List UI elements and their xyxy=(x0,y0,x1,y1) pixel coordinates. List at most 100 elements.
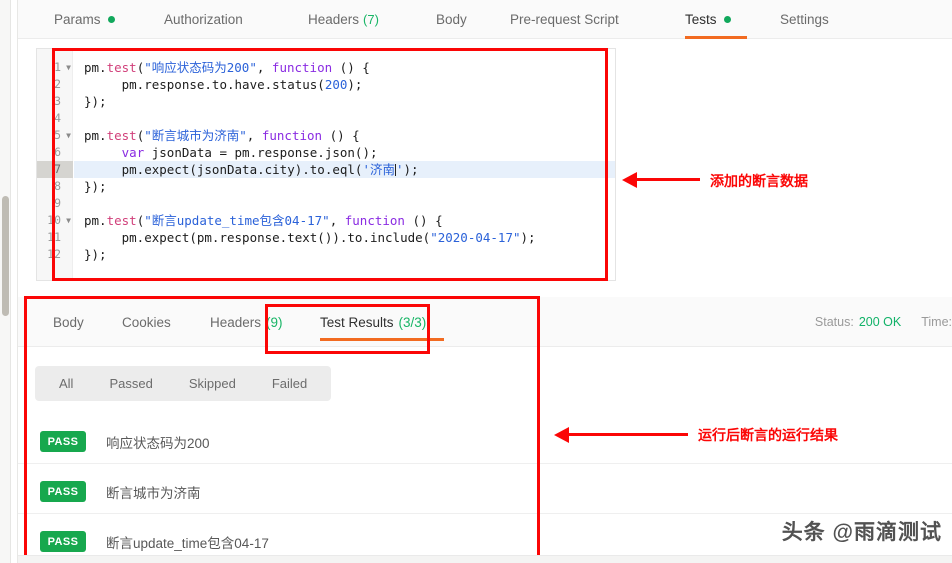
editor-code-line[interactable]: }); xyxy=(74,246,615,263)
line-number-value: 6 xyxy=(54,145,61,159)
line-number-value: 12 xyxy=(47,247,61,261)
code-fold-arrow-icon[interactable]: ▼ xyxy=(66,212,71,229)
editor-line-number: 5 ▼ xyxy=(37,127,73,144)
editor-code-line[interactable]: var jsonData = pm.response.json(); xyxy=(74,144,615,161)
test-result-name: 断言update_time包含04-17 xyxy=(106,535,269,551)
code-token: ); xyxy=(403,162,419,177)
tab-label: Headers xyxy=(210,314,262,330)
editor-line-number: 10 ▼ xyxy=(37,212,73,229)
request-tab-settings[interactable]: Settings xyxy=(780,0,840,39)
editor-code-line[interactable]: }); xyxy=(74,178,615,195)
code-fold-arrow-icon[interactable]: ▼ xyxy=(66,59,71,76)
code-token: function xyxy=(344,213,405,228)
filter-failed[interactable]: Failed xyxy=(254,376,325,391)
unsaved-dot-icon xyxy=(107,16,115,23)
editor-code-area[interactable]: pm.test("响应状态码为200", function () { pm.re… xyxy=(74,49,615,280)
status-label: Status: xyxy=(814,315,854,329)
editor-code-line[interactable]: pm.test("响应状态码为200", function () { xyxy=(74,59,615,76)
time-label: Time: xyxy=(921,315,952,329)
window-scrollbar-thumb[interactable] xyxy=(2,196,9,316)
editor-line-number: 4 xyxy=(37,110,73,127)
line-number-value: 11 xyxy=(47,230,61,244)
test-result-name: 断言城市为济南 xyxy=(106,485,201,501)
request-tab-authorization[interactable]: Authorization xyxy=(164,0,269,39)
annotation-line-code xyxy=(636,178,700,181)
editor-code-line[interactable]: pm.test("断言城市为济南", function () { xyxy=(74,127,615,144)
code-token: pm.expect(pm.response.text()).to.include… xyxy=(84,230,431,245)
code-token: "响应状态码为200" xyxy=(144,60,257,75)
request-tab-headers[interactable]: Headers (7) xyxy=(308,0,390,39)
tab-label: Body xyxy=(53,314,84,330)
window-scrollbar-track[interactable] xyxy=(0,0,11,563)
filter-skipped[interactable]: Skipped xyxy=(171,376,254,391)
response-tab-cookies[interactable]: Cookies xyxy=(122,297,185,347)
editor-code-line[interactable]: pm.test("断言update_time包含04-17", function… xyxy=(74,212,615,229)
code-token: pm. xyxy=(84,213,107,228)
response-tab-bar: Status: 200 OK Time: Body Cookies Headers(… xyxy=(18,297,952,347)
code-token: '济南 xyxy=(362,162,395,177)
response-tab-headers[interactable]: Headers (9) xyxy=(210,297,296,347)
code-token: () { xyxy=(322,128,360,143)
test-result-name: 响应状态码为200 xyxy=(106,435,210,451)
tab-label: Cookies xyxy=(122,314,171,330)
bottom-strip xyxy=(18,555,952,563)
code-fold-arrow-icon[interactable]: ▼ xyxy=(66,127,71,144)
status-badge: PASS xyxy=(40,531,86,552)
response-tab-body[interactable]: Body xyxy=(53,297,95,347)
request-tab-body[interactable]: Body xyxy=(436,0,472,39)
code-token: "2020-04-17" xyxy=(430,230,521,245)
annotation-line-results xyxy=(568,433,688,436)
editor-code-line[interactable]: pm.response.to.have.status(200); xyxy=(74,76,615,93)
tests-code-editor[interactable]: 1 ▼ 2 3 4 5 ▼ 6 7 8 9 10 ▼ 11 12 pm.test("响应状态码为200", … xyxy=(36,48,616,281)
code-token: function xyxy=(261,128,323,143)
code-token: , xyxy=(329,213,345,228)
code-token: ); xyxy=(347,77,363,92)
status-badge: PASS xyxy=(40,481,86,502)
status-badge: PASS xyxy=(40,431,86,452)
annotation-label-code: 添加的断言数据 xyxy=(710,174,808,190)
code-token: , xyxy=(256,60,272,75)
editor-line-number: 9 xyxy=(37,195,73,212)
editor-line-number: 6 xyxy=(37,144,73,161)
code-token: function xyxy=(271,60,333,75)
line-number-value: 8 xyxy=(54,179,61,193)
editor-line-number: 7 xyxy=(37,161,73,178)
editor-code-line[interactable] xyxy=(74,195,615,212)
filter-all[interactable]: All xyxy=(41,376,91,391)
response-status-area: Status: 200 OK Time: xyxy=(815,297,952,347)
code-token: var xyxy=(121,145,145,160)
unsaved-dot-icon xyxy=(723,16,731,23)
tab-label: Authorization xyxy=(164,12,243,27)
code-token: ' xyxy=(395,162,404,177)
request-tab-bar: Params Authorization Headers (7) Body Pre-req… xyxy=(18,0,952,39)
editor-code-line[interactable]: pm.expect(pm.response.text()).to.include… xyxy=(74,229,615,246)
code-token: "断言城市为济南" xyxy=(144,128,247,143)
watermark: 头条 @雨滴测试 xyxy=(781,521,942,544)
code-token: pm.response.to.have.status( xyxy=(84,77,325,92)
tab-label: Body xyxy=(436,12,467,27)
editor-line-number: 2 xyxy=(37,76,73,93)
tab-count: (3/3) xyxy=(398,314,427,330)
response-tab-test-results[interactable]: Test Results (3/3) xyxy=(320,297,444,347)
filter-passed[interactable]: Passed xyxy=(91,376,170,391)
line-number-value: 2 xyxy=(54,77,61,91)
annotation-arrow-code xyxy=(622,172,637,188)
code-token: pm. xyxy=(84,128,107,143)
request-tab-pre-request-script[interactable]: Pre-request Script xyxy=(510,0,645,39)
annotation-label-results: 运行后断言的运行结果 xyxy=(698,428,838,444)
line-number-value: 9 xyxy=(54,196,61,210)
code-token: test xyxy=(106,60,137,75)
editor-code-line[interactable] xyxy=(74,110,615,127)
request-tab-params[interactable]: Params xyxy=(54,0,126,39)
code-token: }); xyxy=(84,179,107,194)
line-number-value: 10 xyxy=(47,213,61,227)
tab-label: Headers xyxy=(308,12,360,27)
line-number-value: 1 xyxy=(54,60,61,74)
editor-code-line[interactable]: pm.expect(jsonData.city).to.eql('济南'); xyxy=(74,161,615,178)
code-token: jsonData = pm.response.json(); xyxy=(144,145,378,160)
request-tab-tests[interactable]: Tests xyxy=(685,0,747,39)
code-token: }); xyxy=(84,247,107,262)
active-tab-underline xyxy=(320,338,444,341)
editor-code-line[interactable]: }); xyxy=(74,93,615,110)
